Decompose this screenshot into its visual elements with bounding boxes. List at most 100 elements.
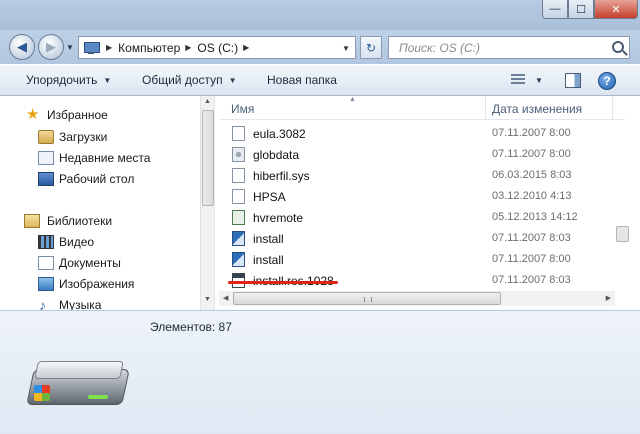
script-file-icon: [232, 210, 245, 225]
table-row[interactable]: eula.3082 07.11.2007 8:00: [219, 123, 625, 144]
table-row[interactable]: install 07.11.2007 8:00: [219, 249, 625, 270]
sidebar-item-label: Загрузки: [59, 130, 108, 144]
minimize-button[interactable]: —: [542, 0, 568, 19]
table-row[interactable]: hvremote 05.12.2013 14:12: [219, 207, 625, 228]
images-icon: [38, 277, 54, 291]
content-area: ★ Избранное Загрузки Недавние места Рабо…: [0, 96, 640, 310]
new-folder-button[interactable]: Новая папка: [267, 73, 337, 87]
organize-button[interactable]: Упорядочить ▼: [26, 73, 111, 87]
file-date: 07.11.2007 8:03: [492, 232, 571, 244]
scrollbar-thumb[interactable]: [233, 292, 501, 305]
view-options-dropdown-icon[interactable]: ▼: [535, 76, 543, 85]
libraries-icon: [24, 214, 40, 228]
file-date: 03.12.2010 4:13: [492, 190, 572, 202]
table-row[interactable]: HPSA 03.12.2010 4:13: [219, 186, 625, 207]
details-pane: Элементов: 87: [0, 310, 640, 434]
file-name: globdata: [253, 148, 300, 162]
breadcrumb-computer[interactable]: Компьютер: [118, 41, 180, 55]
address-dropdown-icon[interactable]: ▼: [339, 41, 353, 55]
close-button[interactable]: ✕: [594, 0, 638, 19]
sidebar-favorites[interactable]: ★ Избранное: [26, 105, 108, 125]
chevron-down-icon: ▼: [228, 75, 237, 85]
refresh-button[interactable]: ↻: [360, 36, 382, 59]
column-divider[interactable]: [612, 96, 613, 120]
file-list-scrollbar[interactable]: [615, 96, 630, 310]
red-underline-annotation: [228, 281, 338, 284]
search-input[interactable]: Поиск: OS (C:): [388, 36, 630, 59]
sidebar-item-music[interactable]: ♪ Музыка: [38, 295, 101, 310]
help-button[interactable]: ?: [598, 72, 616, 90]
downloads-icon: [38, 130, 54, 144]
config-file-icon: [232, 147, 245, 162]
scrollbar-grip: [364, 297, 372, 302]
hard-drive-icon: [22, 359, 130, 421]
file-date: 07.11.2007 8:00: [492, 253, 571, 265]
breadcrumb-separator-icon[interactable]: ▶: [185, 43, 191, 52]
organize-label: Упорядочить: [26, 73, 98, 87]
maximize-button[interactable]: ☐: [568, 0, 594, 19]
item-count: Элементов: 87: [150, 320, 232, 334]
column-header-date[interactable]: Дата изменения: [492, 102, 582, 116]
sidebar-libraries[interactable]: Библиотеки: [24, 211, 112, 231]
forward-button[interactable]: ▶: [38, 34, 64, 60]
search-placeholder: Поиск: OS (C:): [399, 40, 481, 55]
preview-pane-icon[interactable]: [565, 73, 581, 88]
column-header-name[interactable]: Имя: [231, 102, 254, 116]
sidebar-item-downloads[interactable]: Загрузки: [38, 127, 107, 147]
windows-logo-icon: [34, 385, 50, 401]
file-date: 07.11.2007 8:00: [492, 148, 571, 160]
scroll-right-icon[interactable]: ▶: [606, 294, 611, 302]
file-name: hiberfil.sys: [253, 169, 310, 183]
sidebar-item-images[interactable]: Изображения: [38, 274, 134, 294]
sidebar-item-recent-places[interactable]: Недавние места: [38, 148, 150, 168]
scrollbar-thumb[interactable]: [616, 226, 629, 242]
column-headers: ▲ Имя Дата изменения: [219, 96, 625, 120]
desktop-icon: [38, 172, 54, 186]
forward-arrow-icon: ▶: [46, 39, 56, 54]
sidebar-favorites-label: Избранное: [47, 108, 108, 122]
setup-file-icon: [232, 231, 245, 246]
chevron-down-icon: ▼: [103, 75, 112, 85]
breadcrumb-separator-icon[interactable]: ▶: [106, 43, 112, 52]
breadcrumb-drive[interactable]: OS (C:): [197, 41, 238, 55]
table-row[interactable]: hiberfil.sys 06.03.2015 8:03: [219, 165, 625, 186]
scrollbar-thumb[interactable]: [202, 110, 214, 206]
address-bar[interactable]: ▶ Компьютер ▶ OS (C:) ▶ ▼: [78, 36, 356, 59]
navigation-pane: ★ Избранное Загрузки Недавние места Рабо…: [0, 96, 200, 310]
sidebar-item-documents[interactable]: Документы: [38, 253, 121, 273]
file-date: 07.11.2007 8:00: [492, 127, 571, 139]
navigation-scrollbar[interactable]: ▲ ▼: [200, 96, 214, 310]
computer-icon: [83, 41, 101, 55]
text-file-icon: [232, 126, 245, 141]
file-name: install: [253, 232, 284, 246]
music-icon: ♪: [39, 297, 46, 310]
search-icon[interactable]: [612, 41, 624, 53]
command-toolbar: Упорядочить ▼ Общий доступ ▼ Новая папка…: [0, 64, 640, 96]
back-button[interactable]: ◀: [9, 34, 35, 60]
table-row[interactable]: globdata 07.11.2007 8:00: [219, 144, 625, 165]
table-row[interactable]: install 07.11.2007 8:03: [219, 228, 625, 249]
pane-splitter[interactable]: [214, 96, 218, 310]
sidebar-item-label: Недавние места: [59, 151, 151, 165]
new-folder-label: Новая папка: [267, 73, 337, 87]
star-icon: ★: [26, 106, 40, 123]
scroll-down-icon[interactable]: ▼: [204, 296, 211, 303]
breadcrumb-separator-icon[interactable]: ▶: [243, 43, 249, 52]
sort-ascending-icon: ▲: [349, 96, 356, 103]
change-view-icon[interactable]: [511, 74, 525, 86]
scroll-up-icon[interactable]: ▲: [204, 98, 211, 105]
recent-pages-dropdown[interactable]: ▼: [66, 43, 74, 52]
sidebar-item-video[interactable]: Видео: [38, 232, 94, 252]
scroll-left-icon[interactable]: ◀: [223, 294, 228, 302]
file-name: hvremote: [253, 211, 304, 225]
address-row: ◀ ▶ ▼ ▶ Компьютер ▶ OS (C:) ▶ ▼ ↻ Поиск:…: [0, 30, 640, 64]
sidebar-item-desktop[interactable]: Рабочий стол: [38, 169, 134, 189]
sidebar-item-label: Музыка: [59, 298, 102, 310]
column-divider[interactable]: [485, 96, 486, 120]
file-name: eula.3082: [253, 127, 306, 141]
file-date: 06.03.2015 8:03: [492, 169, 572, 181]
file-date: 05.12.2013 14:12: [492, 211, 578, 223]
share-button[interactable]: Общий доступ ▼: [142, 73, 237, 87]
horizontal-scrollbar[interactable]: ◀ ▶: [219, 291, 615, 306]
refresh-icon: ↻: [365, 40, 377, 55]
